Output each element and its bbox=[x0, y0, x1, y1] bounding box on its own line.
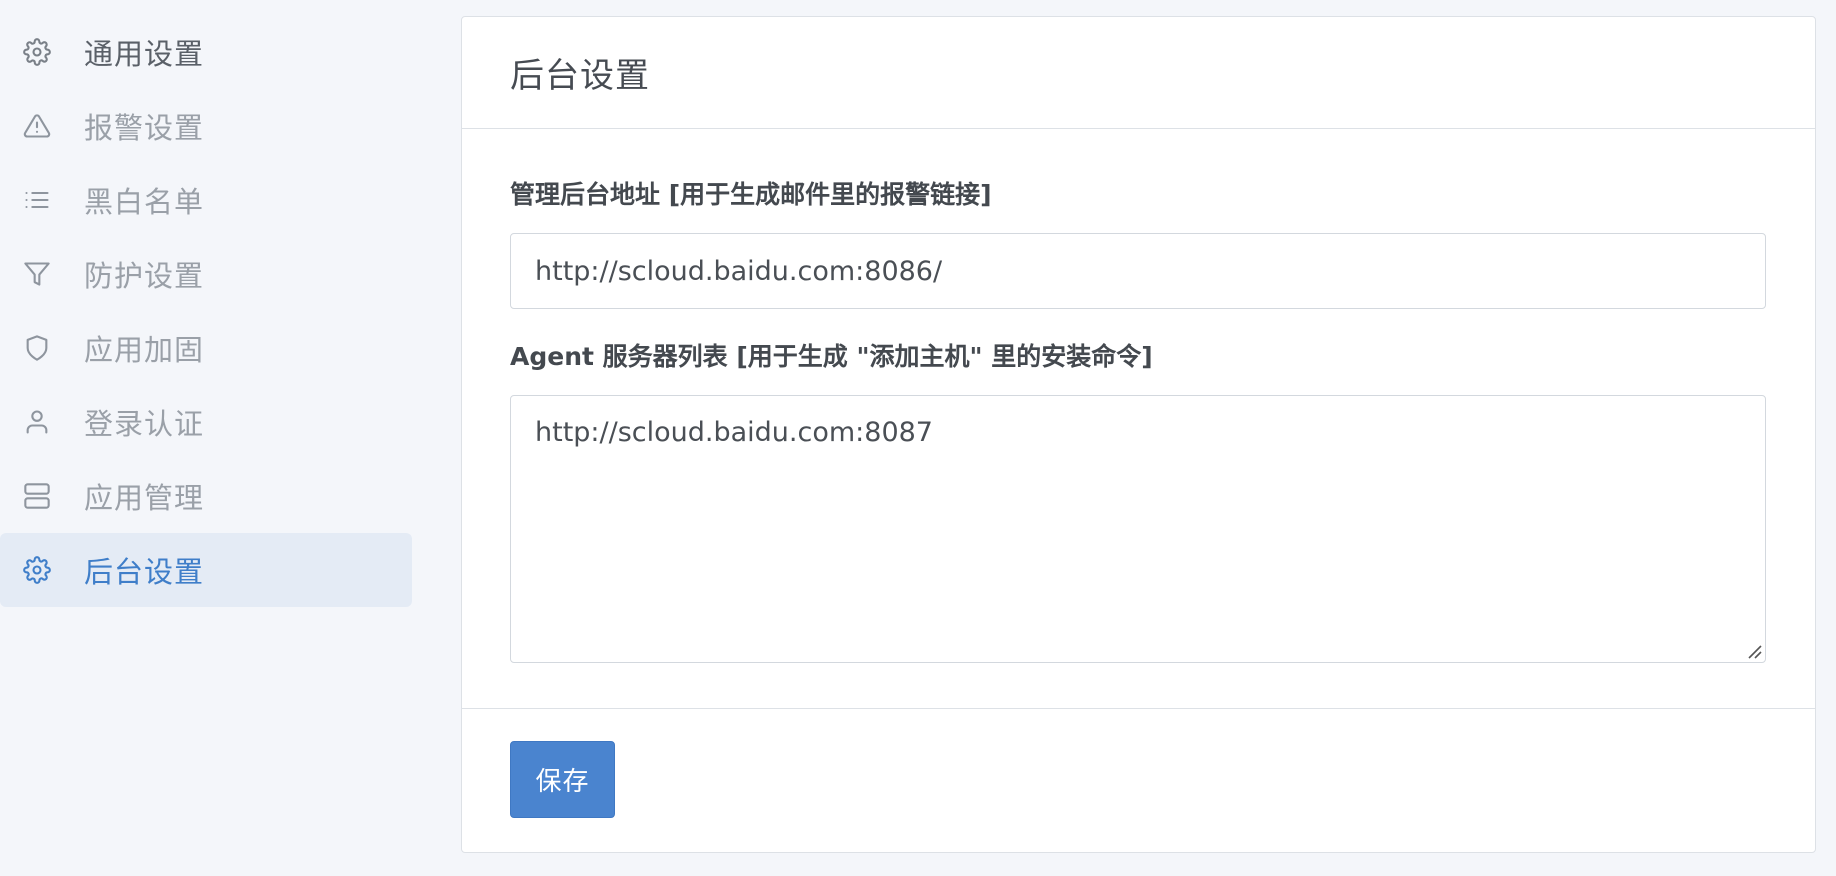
resize-handle-icon[interactable] bbox=[1746, 643, 1762, 659]
page: 通用设置 报警设置 黑白名单 防护设置 应用加固 登录认证 应用管理 后台设置 … bbox=[0, 0, 1836, 876]
page-title: 后台设置 bbox=[510, 56, 650, 96]
list-icon bbox=[22, 185, 52, 215]
sidebar: 通用设置 报警设置 黑白名单 防护设置 应用加固 登录认证 应用管理 后台设置 bbox=[0, 15, 412, 607]
sidebar-item-backend-settings[interactable]: 后台设置 bbox=[0, 533, 412, 607]
sidebar-item-login-auth[interactable]: 登录认证 bbox=[0, 385, 412, 459]
alert-triangle-icon bbox=[22, 111, 52, 141]
sidebar-item-protection-settings[interactable]: 防护设置 bbox=[0, 237, 412, 311]
admin-url-input[interactable] bbox=[510, 233, 1766, 309]
sidebar-item-label: 登录认证 bbox=[84, 407, 205, 441]
sidebar-item-app-management[interactable]: 应用管理 bbox=[0, 459, 412, 533]
agent-servers-textarea[interactable]: http://scloud.baidu.com:8087 bbox=[510, 395, 1766, 663]
sidebar-item-label: 应用管理 bbox=[84, 481, 205, 515]
backend-settings-card: 后台设置 管理后台地址 [用于生成邮件里的报警链接] Agent 服务器列表 [… bbox=[461, 16, 1816, 853]
agent-servers-label: Agent 服务器列表 [用于生成 "添加主机" 里的安装命令] bbox=[510, 342, 1153, 371]
sidebar-item-label: 通用设置 bbox=[84, 37, 205, 71]
card-body: 管理后台地址 [用于生成邮件里的报警链接] Agent 服务器列表 [用于生成 … bbox=[462, 129, 1815, 709]
sidebar-item-label: 后台设置 bbox=[84, 555, 205, 589]
server-icon bbox=[22, 481, 52, 511]
shield-icon bbox=[22, 333, 52, 363]
user-icon bbox=[22, 407, 52, 437]
card-footer: 保存 bbox=[462, 709, 1815, 852]
sidebar-item-alert-settings[interactable]: 报警设置 bbox=[0, 89, 412, 163]
sidebar-item-blackwhite-list[interactable]: 黑白名单 bbox=[0, 163, 412, 237]
sidebar-item-label: 黑白名单 bbox=[84, 185, 205, 219]
gear-icon bbox=[22, 555, 52, 585]
save-button[interactable]: 保存 bbox=[510, 741, 615, 818]
sidebar-item-label: 报警设置 bbox=[84, 111, 205, 145]
sidebar-item-label: 防护设置 bbox=[84, 259, 205, 293]
sidebar-item-general-settings[interactable]: 通用设置 bbox=[0, 15, 412, 89]
card-header: 后台设置 bbox=[462, 17, 1815, 129]
sidebar-item-app-hardening[interactable]: 应用加固 bbox=[0, 311, 412, 385]
admin-url-label: 管理后台地址 [用于生成邮件里的报警链接] bbox=[510, 180, 992, 209]
filter-icon bbox=[22, 259, 52, 289]
gear-icon bbox=[22, 37, 52, 67]
sidebar-item-label: 应用加固 bbox=[84, 333, 205, 367]
